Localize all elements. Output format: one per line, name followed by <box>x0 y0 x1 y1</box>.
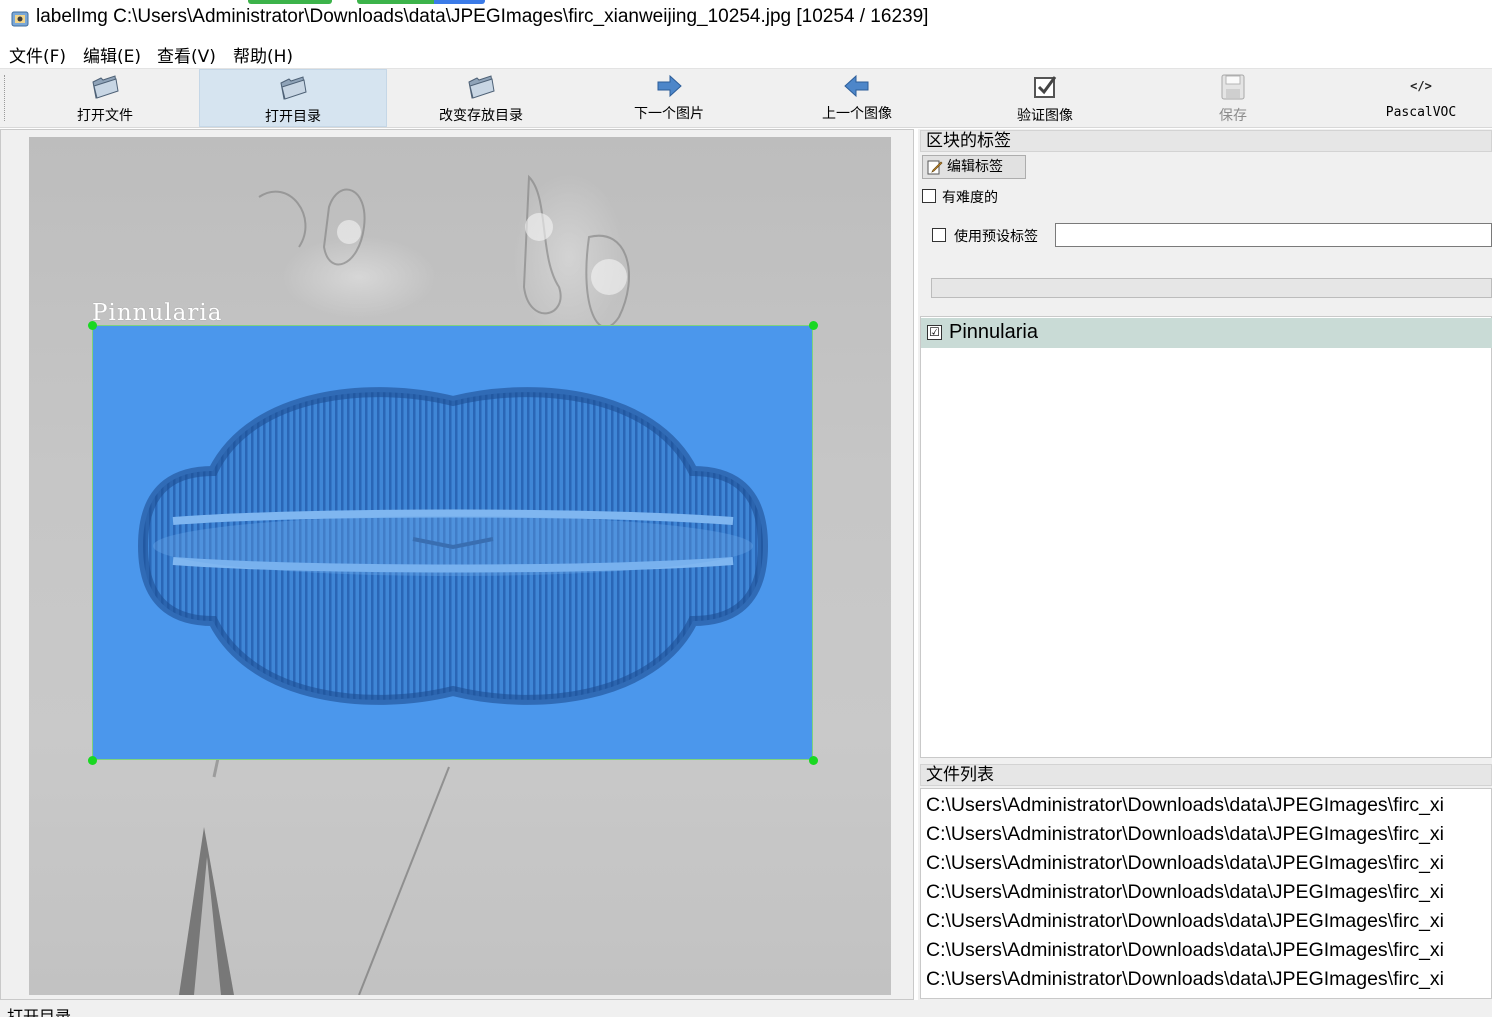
save-label: 保存 <box>1219 108 1247 124</box>
change-save-dir-button[interactable]: 改变存放目录 <box>387 69 575 127</box>
floppy-disk-icon <box>1221 74 1245 100</box>
toolbar: 打开文件 打开目录 改变存放目录 下一个图片 上一个图像 验证图像 保存 </>… <box>0 68 1492 128</box>
edit-label-button[interactable]: 编辑标签 <box>922 155 1026 179</box>
window-title: labelImg C:\Users\Administrator\Download… <box>36 6 929 27</box>
file-list-item[interactable]: C:\Users\Administrator\Downloads\data\JP… <box>926 910 1444 933</box>
next-image-button[interactable]: 下一个图片 <box>575 69 763 127</box>
right-dock: 区块的标签 编辑标签 有难度的 使用预设标签 ☑ Pinnularia 文件列表… <box>918 129 1492 1000</box>
bbox-handle-bottom-left[interactable] <box>88 756 97 765</box>
menu-edit[interactable]: 编辑(E) <box>83 42 141 67</box>
file-list-title: 文件列表 <box>920 764 1492 786</box>
default-label-input[interactable] <box>1055 223 1492 247</box>
file-list-item[interactable]: C:\Users\Administrator\Downloads\data\JP… <box>926 823 1444 846</box>
status-text: 打开目录 <box>7 1007 72 1017</box>
menu-help[interactable]: 帮助(H) <box>233 42 293 67</box>
change-save-dir-label: 改变存放目录 <box>439 108 523 124</box>
use-default-label-checkbox[interactable] <box>932 228 946 242</box>
prev-image-button[interactable]: 上一个图像 <box>763 69 951 127</box>
menu-file[interactable]: 文件(F) <box>9 42 66 67</box>
file-list-item[interactable]: C:\Users\Administrator\Downloads\data\JP… <box>926 794 1444 817</box>
edit-label-text: 编辑标签 <box>947 159 1003 175</box>
svg-text:</>: </> <box>1410 79 1432 93</box>
bbox-handle-top-left[interactable] <box>88 321 97 330</box>
file-list-item[interactable]: C:\Users\Administrator\Downloads\data\JP… <box>926 852 1444 875</box>
edit-icon <box>927 160 943 175</box>
bounding-box[interactable] <box>92 325 813 760</box>
open-file-button[interactable]: 打开文件 <box>11 69 199 127</box>
difficult-label: 有难度的 <box>942 190 998 206</box>
open-dir-button[interactable]: 打开目录 <box>199 69 387 127</box>
format-label: PascalVOC <box>1385 105 1457 120</box>
menu-bar: 文件(F) 编辑(E) 查看(V) 帮助(H) <box>0 38 1492 68</box>
title-accent <box>248 0 332 4</box>
format-toggle-button[interactable]: </> PascalVOC <box>1327 69 1492 127</box>
bbox-handle-bottom-right[interactable] <box>809 756 818 765</box>
bbox-label: Pinnularia <box>92 300 223 326</box>
difficult-checkbox[interactable] <box>922 189 936 203</box>
file-list-item[interactable]: C:\Users\Administrator\Downloads\data\JP… <box>926 968 1444 991</box>
next-image-label: 下一个图片 <box>634 106 704 122</box>
bbox-handle-top-right[interactable] <box>809 321 818 330</box>
open-dir-label: 打开目录 <box>265 109 321 125</box>
save-button[interactable]: 保存 <box>1139 69 1327 127</box>
box-labels-title: 区块的标签 <box>920 130 1492 152</box>
app-icon <box>11 11 29 27</box>
verify-image-button[interactable]: 验证图像 <box>951 69 1139 127</box>
label-list-item[interactable]: ☑ Pinnularia <box>921 318 1492 348</box>
arrow-left-icon <box>844 74 869 98</box>
open-file-label: 打开文件 <box>77 108 133 124</box>
use-default-label-text: 使用预设标签 <box>954 229 1038 245</box>
prev-image-label: 上一个图像 <box>822 106 892 122</box>
label-list[interactable]: ☑ Pinnularia <box>920 316 1492 758</box>
title-accent <box>357 0 485 4</box>
diatom-shape <box>137 387 769 705</box>
file-list-item[interactable]: C:\Users\Administrator\Downloads\data\JP… <box>926 939 1444 962</box>
label-item-text: Pinnularia <box>949 321 1038 343</box>
folder-open-icon <box>468 75 495 99</box>
toolbar-handle[interactable] <box>4 75 6 121</box>
status-bar: 打开目录 <box>0 1000 1492 1017</box>
menu-view[interactable]: 查看(V) <box>157 42 216 67</box>
title-bar: labelImg C:\Users\Administrator\Download… <box>0 0 1492 38</box>
verify-image-label: 验证图像 <box>1017 108 1073 124</box>
arrow-right-icon <box>657 74 682 98</box>
checkbox-checked-icon <box>1034 76 1057 98</box>
file-list[interactable]: C:\Users\Administrator\Downloads\data\JP… <box>920 788 1492 999</box>
file-list-item[interactable]: C:\Users\Administrator\Downloads\data\JP… <box>926 881 1444 904</box>
progress-bar <box>931 278 1492 298</box>
folder-open-icon <box>280 76 307 100</box>
label-visibility-checkbox[interactable]: ☑ <box>927 325 942 340</box>
code-icon: </> <box>1410 79 1432 93</box>
folder-open-icon <box>92 75 119 99</box>
